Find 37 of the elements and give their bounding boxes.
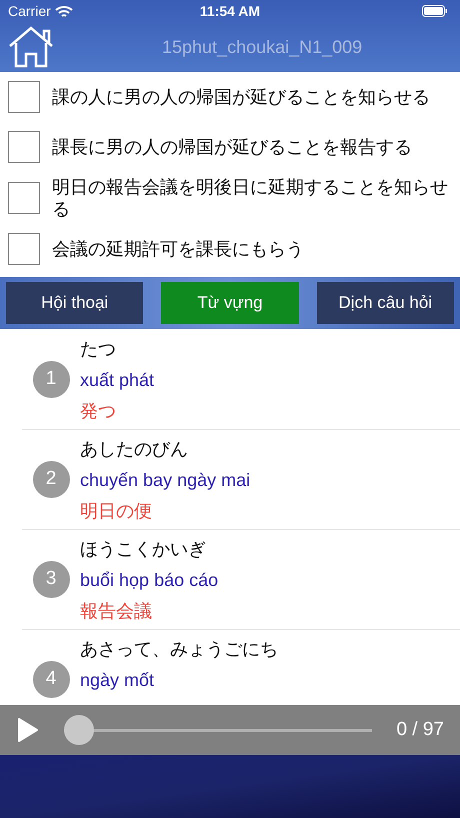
number-badge: 3 bbox=[32, 561, 70, 598]
progress-thumb[interactable] bbox=[64, 715, 94, 745]
answer-text: 会議の延期許可を課長にもらう bbox=[52, 238, 304, 261]
carrier-label: Carrier bbox=[8, 2, 51, 20]
answer-checkbox[interactable] bbox=[8, 81, 40, 113]
meaning-text: ngày mốt bbox=[80, 668, 156, 690]
home-button[interactable] bbox=[8, 25, 54, 69]
play-button[interactable] bbox=[16, 717, 40, 743]
meaning-text: chuyến bay ngày mai bbox=[80, 468, 250, 490]
number-badge: 1 bbox=[32, 361, 70, 398]
reading-text: あさって、みょうごにち bbox=[80, 638, 278, 660]
home-icon bbox=[8, 26, 54, 68]
status-time: 11:54 AM bbox=[200, 2, 260, 20]
answer-checkbox[interactable] bbox=[8, 182, 40, 214]
answer-text: 課長に男の人の帰国が延びることを報告する bbox=[52, 136, 412, 159]
tab[interactable]: Từ vựng bbox=[161, 282, 299, 324]
kanji-text: 発つ bbox=[80, 400, 117, 422]
number-badge: 4 bbox=[32, 661, 70, 698]
reading-text: たつ bbox=[80, 338, 117, 360]
tab[interactable]: Hội thoại bbox=[6, 282, 144, 324]
wifi-icon bbox=[54, 4, 73, 18]
battery-icon bbox=[422, 5, 448, 17]
reading-text: ほうこくかいぎ bbox=[80, 538, 207, 560]
lesson-title: 15phut_choukai_N1_009 bbox=[162, 36, 362, 59]
play-icon bbox=[17, 717, 39, 743]
answer-checkbox[interactable] bbox=[8, 233, 40, 265]
number-badge: 2 bbox=[32, 461, 70, 498]
tab[interactable]: Dịch câu hỏi bbox=[316, 282, 454, 324]
kanji-text: 報告会議 bbox=[80, 600, 153, 622]
playback-time: 0 / 97 bbox=[396, 718, 444, 742]
answer-text: 明日の報告会議を明後日に延期することを知らせる bbox=[52, 176, 449, 221]
answer-checkbox[interactable] bbox=[8, 131, 40, 163]
meaning-text: xuất phát bbox=[80, 368, 154, 390]
reading-text: あしたのびん bbox=[80, 438, 189, 460]
kanji-text: 明日の便 bbox=[80, 500, 153, 522]
meaning-text: buổi họp báo cáo bbox=[80, 568, 218, 590]
answer-text: 課の人に男の人の帰国が延びることを知らせる bbox=[52, 86, 430, 109]
